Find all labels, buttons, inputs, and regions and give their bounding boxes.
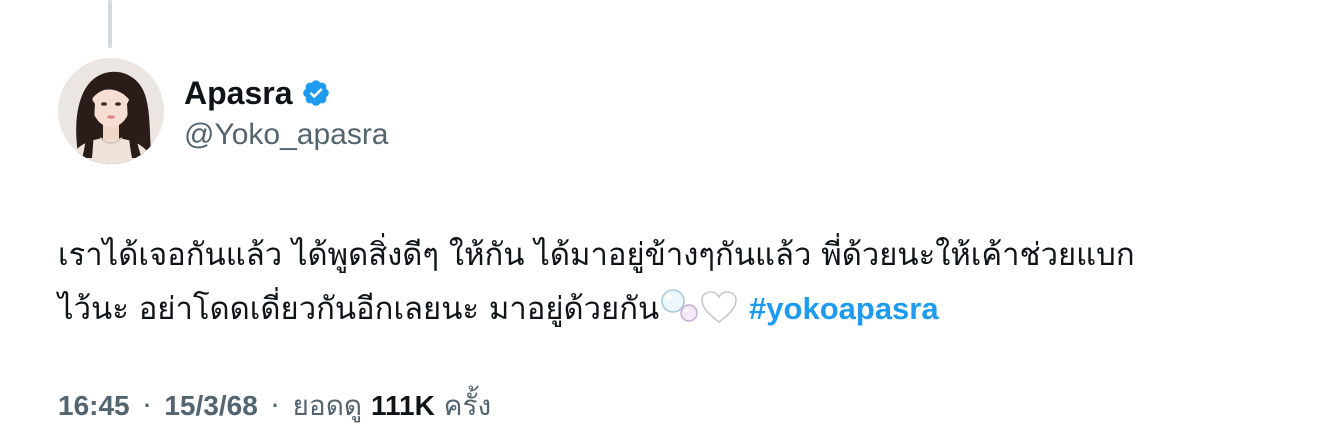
- tweet-date[interactable]: 15/3/68: [164, 390, 257, 421]
- meta-separator: ·: [142, 389, 152, 422]
- meta-separator: ·: [270, 389, 280, 422]
- author-name-row: Apasra: [184, 74, 331, 112]
- tweet-text-line-1: เราได้เจอกันแล้ว ได้พูดสิ่งดีๆ ให้กัน ได…: [58, 237, 1135, 273]
- author-display-name[interactable]: Apasra: [184, 74, 293, 112]
- tweet-text-line-2-body: ไว้นะ อย่าโดดเดี่ยวกันอีกเลยนะ มาอยู่ด้ว…: [58, 291, 660, 327]
- views-label: ยอดดู: [292, 389, 363, 422]
- views-suffix: ครั้ง: [443, 389, 492, 422]
- verified-badge-icon[interactable]: [301, 78, 331, 108]
- author-handle[interactable]: @Yoko_apasra: [184, 116, 389, 154]
- bubbles-icon: [659, 287, 699, 342]
- tweet-text: เราได้เจอกันแล้ว ได้พูดสิ่งดีๆ ให้กัน ได…: [58, 228, 1308, 342]
- tweet-meta: 16:45 · 15/3/68 · ยอดดู 111K ครั้ง: [58, 386, 491, 426]
- views-count[interactable]: 111K: [371, 390, 435, 421]
- avatar-photo-icon: [58, 58, 164, 164]
- avatar[interactable]: [58, 58, 164, 164]
- tweet-text-line-2: ไว้นะ อย่าโดดเดี่ยวกันอีกเลยนะ มาอยู่ด้ว…: [58, 282, 1308, 342]
- white-heart-icon: [699, 288, 739, 342]
- thread-connector-line: [108, 0, 112, 48]
- hashtag-link[interactable]: #yokoapasra: [749, 291, 939, 326]
- tweet-time[interactable]: 16:45: [58, 390, 130, 421]
